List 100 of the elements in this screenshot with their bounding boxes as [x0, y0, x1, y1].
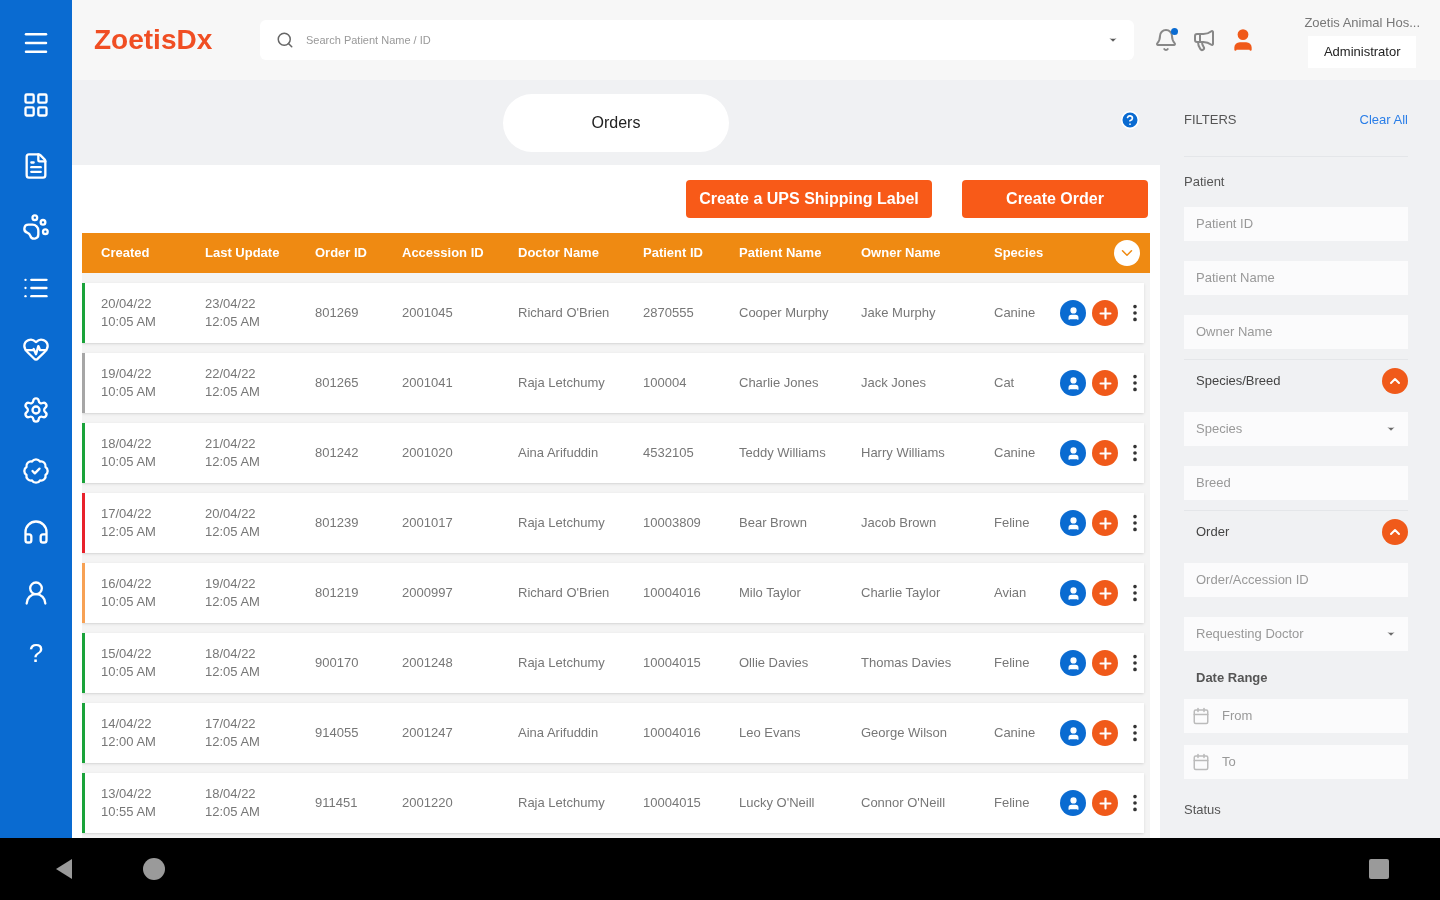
bell-icon[interactable]	[1154, 28, 1178, 52]
order-row[interactable]: 17/04/22 12:05 AM 20/04/22 12:05 AM 801239 2001017 Raja Letchumy 10003809 Bear Brown Jacob Brown Feline	[82, 493, 1144, 553]
table-cell-text: Avian	[994, 584, 1028, 602]
order-row[interactable]: 15/04/22 10:05 AM 18/04/22 12:05 AM 900170 2001248 Raja Letchumy 10004015 Ollie Davies Thomas Davies Feline	[82, 633, 1144, 693]
order-row[interactable]: 16/04/22 10:05 AM 19/04/22 12:05 AM 801219 2000997 Richard O'Brien 10004016 Milo Taylor Charlie Taylor Avian	[82, 563, 1144, 623]
search-field[interactable]: Search Patient Name / ID	[260, 20, 1134, 60]
home-icon[interactable]	[142, 857, 166, 881]
person-icon	[1065, 795, 1081, 811]
table-cell-text: 801242	[315, 444, 360, 462]
table-cell-text: Jack Jones	[861, 374, 928, 392]
filter-field[interactable]: Patient Name	[1184, 260, 1408, 295]
table-cell-text: 2001247	[402, 724, 454, 742]
table-cell-text: 19/04/22 12:05 AM	[205, 575, 261, 611]
column-header[interactable]: Species	[994, 243, 1060, 263]
filter-field[interactable]: Breed	[1184, 465, 1408, 500]
add-button[interactable]	[1092, 580, 1118, 606]
add-button[interactable]	[1092, 510, 1118, 536]
add-button[interactable]	[1092, 790, 1118, 816]
filter-select[interactable]: Requesting Doctor	[1184, 616, 1408, 651]
column-header[interactable]: Last Update	[205, 243, 315, 263]
table-cell-text: 18/04/22 12:05 AM	[205, 785, 261, 821]
column-header[interactable]: Patient Name	[739, 243, 861, 263]
megaphone-icon[interactable]	[1192, 28, 1216, 52]
order-row[interactable]: 18/04/22 10:05 AM 21/04/22 12:05 AM 801242 2001020 Aina Arifuddin 4532105 Teddy Williams Harry Williams Canine	[82, 423, 1144, 483]
badge-icon[interactable]	[22, 457, 50, 485]
patient-button[interactable]	[1060, 300, 1086, 326]
table-cell-text: Canine	[994, 304, 1037, 322]
search-icon	[276, 31, 294, 49]
order-row[interactable]: 20/04/22 10:05 AM 23/04/22 12:05 AM 801269 2001045 Richard O'Brien 2870555 Cooper Murphy Jake Murphy Canine	[82, 283, 1144, 343]
plus-icon	[1096, 724, 1114, 742]
add-button[interactable]	[1092, 440, 1118, 466]
table-cell-text: 10004015	[643, 654, 702, 672]
role-button[interactable]: Administrator	[1307, 36, 1417, 68]
table-cell-text: Raja Letchumy	[518, 794, 606, 812]
column-header[interactable]: Accession ID	[402, 243, 518, 263]
collapse-button[interactable]	[1382, 518, 1408, 545]
plus-icon	[1096, 304, 1114, 322]
table-cell-text: 2001020	[402, 444, 454, 462]
column-header[interactable]: Owner Name	[861, 243, 994, 263]
table-cell-text: 2001220	[402, 794, 454, 812]
column-header[interactable]: Created	[101, 243, 205, 263]
heart-icon[interactable]	[22, 335, 50, 363]
create-order-button[interactable]: Create Order	[962, 180, 1148, 218]
date-field[interactable]: To	[1184, 744, 1408, 779]
caret-icon[interactable]	[1108, 35, 1118, 45]
table-cell-text: Bear Brown	[739, 514, 808, 532]
table-cell-text: Charlie Taylor	[861, 584, 942, 602]
table-cell-text: 2001045	[402, 304, 454, 322]
table-cell-text: Richard O'Brien	[518, 584, 611, 602]
orders-tab[interactable]: Orders	[503, 93, 729, 152]
patient-button[interactable]	[1060, 510, 1086, 536]
table-cell-text: Richard O'Brien	[518, 304, 611, 322]
table-cell-text: Feline	[994, 794, 1031, 812]
filter-field[interactable]: Patient ID	[1184, 206, 1408, 241]
patient-button[interactable]	[1060, 790, 1086, 816]
headset-icon[interactable]	[22, 518, 50, 546]
column-header[interactable]: Patient ID	[643, 243, 739, 263]
filter-select[interactable]: Species	[1184, 411, 1408, 446]
filter-field[interactable]: Order/Accession ID	[1184, 562, 1408, 597]
order-row[interactable]: 19/04/22 10:05 AM 22/04/22 12:05 AM 801265 2001041 Raja Letchumy 100004 Charlie Jones Jack Jones Cat	[82, 353, 1144, 413]
dashboard-icon[interactable]	[22, 91, 50, 119]
order-row[interactable]: 14/04/22 12:00 AM 17/04/22 12:05 AM 914055 2001247 Aina Arifuddin 10004016 Leo Evans George Wilson Canine	[82, 703, 1144, 763]
table-cell-text: Connor O'Neill	[861, 794, 947, 812]
table-cell-text: 18/04/22 12:05 AM	[205, 645, 261, 681]
table-cell-text: 10003809	[643, 514, 702, 532]
patient-button[interactable]	[1060, 650, 1086, 676]
add-button[interactable]	[1092, 300, 1118, 326]
help-link[interactable]: ?	[28, 640, 44, 666]
shipping-label-button[interactable]: Create a UPS Shipping Label	[686, 180, 932, 218]
clear-all-link[interactable]: Clear All	[1359, 110, 1408, 130]
table-cell-text: Jacob Brown	[861, 514, 938, 532]
patient-button[interactable]	[1060, 720, 1086, 746]
date-field[interactable]: From	[1184, 698, 1408, 733]
patient-button[interactable]	[1060, 370, 1086, 396]
clinic-name: Zoetis Animal Hos...	[1304, 13, 1420, 32]
patient-button[interactable]	[1060, 440, 1086, 466]
expand-button[interactable]	[1114, 240, 1140, 266]
table-cell-text: 4532105	[643, 444, 695, 462]
table-cell-text: Charlie Jones	[739, 374, 820, 392]
recents-icon[interactable]	[1368, 858, 1390, 880]
filter-field[interactable]: Owner Name	[1184, 314, 1408, 349]
table-cell-text: Leo Evans	[739, 724, 802, 742]
table-cell-text: Cat	[994, 374, 1016, 392]
table-cell-text: Raja Letchumy	[518, 514, 606, 532]
table-cell-text: 2000997	[402, 584, 454, 602]
paw-icon[interactable]	[22, 213, 50, 241]
patient-button[interactable]	[1060, 580, 1086, 606]
collapse-button[interactable]	[1382, 367, 1408, 394]
filter-section-label: Status	[1184, 801, 1221, 817]
column-header[interactable]: Doctor Name	[518, 243, 643, 263]
column-header[interactable]: Order ID	[315, 243, 402, 263]
add-button[interactable]	[1092, 650, 1118, 676]
help-icon[interactable]	[1120, 110, 1140, 130]
table-cell-text: 2001248	[402, 654, 454, 672]
add-button[interactable]	[1092, 370, 1118, 396]
table-cell-text: 17/04/22 12:05 AM	[101, 505, 157, 541]
add-button[interactable]	[1092, 720, 1118, 746]
table-cell-text: 10004016	[643, 584, 702, 602]
order-row[interactable]: 13/04/22 10:55 AM 18/04/22 12:05 AM 911451 2001220 Raja Letchumy 10004015 Lucky O'Neill Connor O'Neill Feline	[82, 773, 1144, 833]
gear-icon[interactable]	[22, 396, 50, 424]
